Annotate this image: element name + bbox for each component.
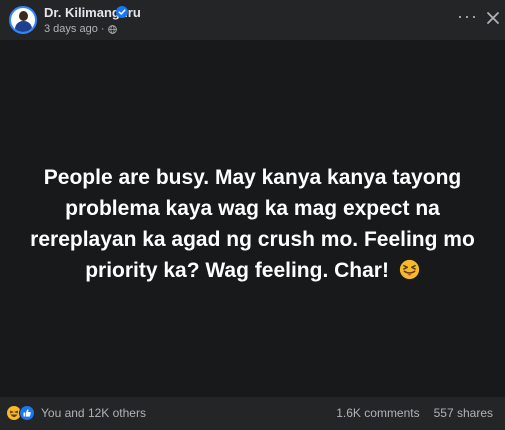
avatar[interactable] (9, 6, 37, 34)
post-text-block: People are busy. May kanya kanya tayong … (20, 162, 485, 286)
shares-count[interactable]: 557 shares (434, 406, 493, 420)
reactions-summary[interactable]: You and 12K others (6, 405, 146, 421)
reactions-label[interactable]: You and 12K others (41, 406, 146, 420)
close-icon[interactable] (485, 10, 501, 26)
squinting-tongue-emoji-icon (399, 259, 419, 280)
engagement-stats: 1.6K comments 557 shares (336, 406, 493, 420)
timestamp[interactable]: 3 days ago (44, 23, 98, 35)
like-icon (19, 405, 35, 421)
globe-icon (107, 24, 117, 34)
post-meta: 3 days ago · (44, 23, 117, 35)
post-content-area: People are busy. May kanya kanya tayong … (0, 40, 505, 397)
post-header: Dr. Kilimanguru 3 days ago · ··· (0, 0, 505, 40)
avatar-head (19, 11, 28, 21)
avatar-body (15, 21, 32, 32)
more-options-button[interactable]: ··· (457, 7, 477, 28)
comments-count[interactable]: 1.6K comments (336, 406, 419, 420)
meta-separator: · (100, 23, 105, 35)
post-footer: You and 12K others 1.6K comments 557 sha… (0, 397, 505, 430)
verified-badge-icon (116, 6, 128, 18)
